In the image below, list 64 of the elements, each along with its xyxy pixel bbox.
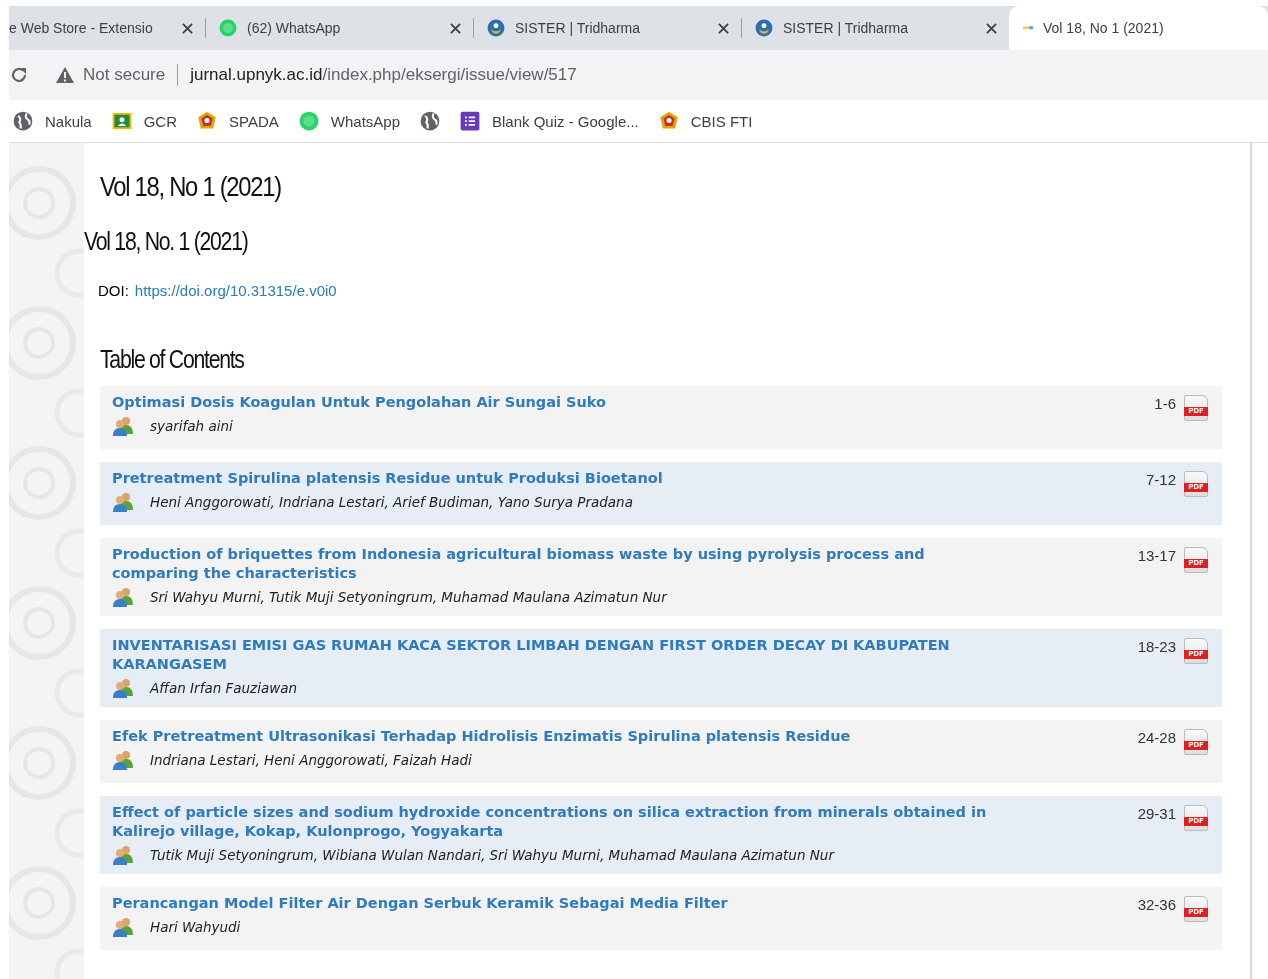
board-icon	[111, 111, 132, 131]
page-range: 7-12	[1145, 471, 1176, 488]
authors-icon	[112, 492, 134, 512]
browser-tab[interactable]: (62) WhatsApp	[205, 6, 473, 50]
bookmark[interactable]: CBIS FTI	[658, 111, 753, 131]
list-icon	[460, 111, 480, 131]
browser-tab[interactable]: e Web Store - Extensio	[9, 6, 205, 50]
crest-icon	[658, 111, 679, 131]
page-range: 24-28	[1137, 729, 1176, 746]
article-authors: Affan Irfan Fauziawan	[150, 680, 298, 696]
bookmark[interactable]: SPADA	[197, 111, 279, 131]
browser-tab[interactable]: SISTER | Tridharma	[473, 6, 741, 50]
close-icon[interactable]	[450, 22, 461, 34]
authors-icon	[112, 587, 134, 607]
bookmark[interactable]	[420, 111, 440, 131]
article-title-link[interactable]: Perancangan Model Filter Air Dengan Serbuk Keramik Sebagai Media Filter	[112, 894, 992, 913]
browser-tab[interactable]: SISTER | Tridharma	[741, 6, 1009, 50]
article-authors: Hari Wahyudi	[150, 919, 241, 935]
authors-icon	[112, 750, 134, 770]
article-authors: Heni Anggorowati, Indriana Lestari, Arief Budiman, Yano Surya Pradana	[150, 494, 633, 510]
close-icon[interactable]	[986, 22, 997, 34]
article-authors: Tutik Muji Setyoningrum, Wibiana Wulan Nandari, Sri Wahyu Murni, Muhamad Maulana Azimatun Nur	[150, 847, 834, 863]
close-icon[interactable]	[182, 22, 193, 34]
page-range: 13-17	[1137, 547, 1176, 564]
reload-icon[interactable]	[9, 65, 29, 85]
page-range: 29-31	[1137, 805, 1176, 822]
page-range: 32-36	[1137, 896, 1176, 913]
toc-heading: Table of Contents	[100, 345, 244, 374]
bookmark[interactable]: WhatsApp	[298, 111, 400, 131]
article-authors: Sri Wahyu Murni, Tutik Muji Setyoningrum, Muhamad Maulana Azimatun Nur	[150, 589, 667, 605]
authors-icon	[112, 845, 134, 865]
article-title-link[interactable]: Production of briquettes from Indonesia agricultural biomass waste by using pyrolysis process and comparing the characteristics	[112, 545, 992, 583]
article-title-link[interactable]: Effect of particle sizes and sodium hydroxide concentrations on silica extraction from minerals obtained in Kalirejo village, Kokap, Kulonprogo, Yogyakarta	[112, 803, 992, 841]
globe-icon	[420, 111, 440, 131]
favicon-icon	[1023, 25, 1033, 31]
article-authors: Indriana Lestari, Heni Anggorowati, Faizah Hadi	[150, 752, 472, 768]
globe-icon	[13, 111, 33, 131]
bookmark[interactable]: Blank Quiz - Google...	[460, 111, 639, 131]
security-label: Not secure	[83, 65, 166, 85]
emblem-icon	[487, 19, 505, 37]
crest-icon	[197, 111, 218, 131]
close-icon[interactable]	[718, 22, 729, 34]
article-title-link[interactable]: Efek Pretreatment Ultrasonikasi Terhadap Hidrolisis Enzimatis Spirulina platensis Residue	[112, 727, 992, 746]
article-title-link[interactable]: INVENTARISASI EMISI GAS RUMAH KACA SEKTOR LIMBAH DENGAN FIRST ORDER DECAY DI KABUPATEN KARANGASEM	[112, 636, 992, 674]
warning-icon	[55, 66, 75, 84]
authors-icon	[112, 917, 134, 937]
bookmark[interactable]: GCR	[111, 111, 178, 131]
chat-icon	[219, 19, 237, 37]
url-text: jurnal.upnyk.ac.id/index.php/eksergi/issue/view/517	[190, 65, 577, 85]
chat-icon	[298, 111, 319, 131]
authors-icon	[112, 416, 134, 436]
article-title-link[interactable]: Optimasi Dosis Koagulan Untuk Pengolahan Air Sungai Suko	[112, 393, 992, 412]
emblem-icon	[755, 19, 773, 37]
issue-title: Vol 18, No. 1 (2021)	[84, 227, 248, 256]
doi-link[interactable]: https://doi.org/10.31315/e.v0i0	[134, 282, 337, 299]
doi-label: DOI:	[98, 282, 129, 299]
article-authors: syarifah aini	[150, 418, 233, 434]
page-range: 1-6	[1154, 395, 1176, 412]
page-range: 18-23	[1137, 638, 1176, 655]
article-title-link[interactable]: Pretreatment Spirulina platensis Residue untuk Produksi Bioetanol	[112, 469, 992, 488]
page-title: Vol 18, No 1 (2021)	[100, 171, 281, 203]
browser-tab[interactable]: Vol 18, No 1 (2021)	[1009, 6, 1268, 50]
bookmark[interactable]: Nakula	[13, 111, 92, 131]
authors-icon	[112, 678, 134, 698]
